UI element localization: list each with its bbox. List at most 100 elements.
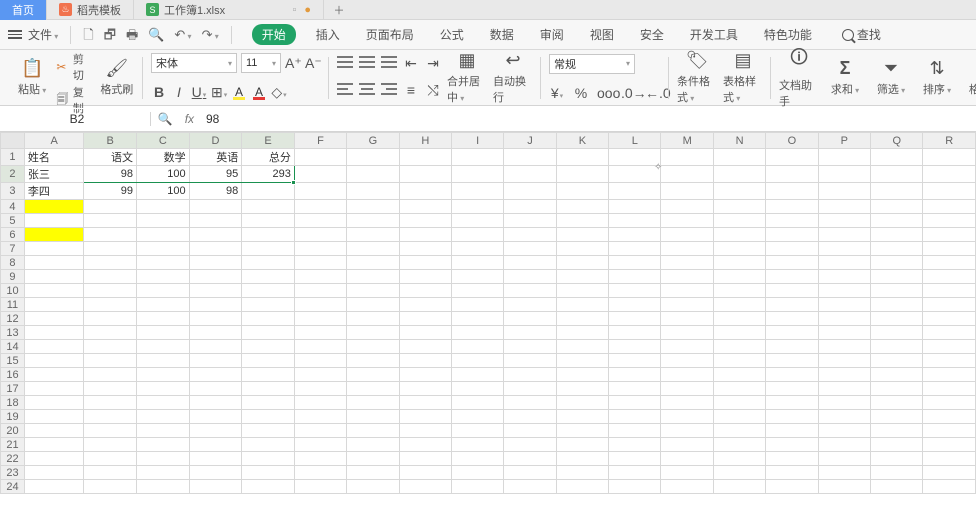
col-header-Q[interactable]: Q: [871, 133, 923, 149]
cell-R10[interactable]: [923, 284, 976, 298]
cell-G14[interactable]: [347, 340, 399, 354]
cond-format-button[interactable]: 条件格式: [677, 51, 717, 103]
cell-F2[interactable]: [294, 166, 346, 183]
cell-D5[interactable]: [189, 214, 242, 228]
cell-E16[interactable]: [242, 368, 295, 382]
cell-I9[interactable]: [452, 270, 504, 284]
cell-C6[interactable]: [137, 228, 190, 242]
cell-Q20[interactable]: [871, 424, 923, 438]
cell-I8[interactable]: [452, 256, 504, 270]
cell-N18[interactable]: [713, 396, 765, 410]
cell-H10[interactable]: [399, 284, 451, 298]
cell-O7[interactable]: [766, 242, 818, 256]
cell-Q7[interactable]: [871, 242, 923, 256]
cell-P17[interactable]: [818, 382, 870, 396]
row-header-18[interactable]: 18: [1, 396, 25, 410]
cell-K2[interactable]: [556, 166, 608, 183]
cell-A1[interactable]: 姓名: [24, 149, 84, 166]
cell-F6[interactable]: [294, 228, 346, 242]
undo-button[interactable]: ↶: [174, 28, 191, 41]
cell-J16[interactable]: [504, 368, 556, 382]
cell-J6[interactable]: [504, 228, 556, 242]
menu-insert[interactable]: 插入: [310, 22, 346, 47]
cell-M8[interactable]: [661, 256, 713, 270]
cell-E21[interactable]: [242, 438, 295, 452]
align-middle-button[interactable]: [359, 55, 375, 69]
cell-J4[interactable]: [504, 200, 556, 214]
cell-N5[interactable]: [713, 214, 765, 228]
cell-G21[interactable]: [347, 438, 399, 452]
cell-O18[interactable]: [766, 396, 818, 410]
row-header-20[interactable]: 20: [1, 424, 25, 438]
cell-A19[interactable]: [24, 410, 84, 424]
cell-O2[interactable]: [766, 166, 818, 183]
cell-R16[interactable]: [923, 368, 976, 382]
redo-button[interactable]: ↷: [202, 28, 219, 41]
cell-K19[interactable]: [556, 410, 608, 424]
filter-button[interactable]: 筛选: [871, 51, 911, 103]
cell-G2[interactable]: [347, 166, 399, 183]
cell-Q19[interactable]: [871, 410, 923, 424]
cell-D7[interactable]: [189, 242, 242, 256]
select-all-corner[interactable]: [1, 133, 25, 149]
menu-formula[interactable]: 公式: [434, 22, 470, 47]
cell-P3[interactable]: [818, 183, 870, 200]
dec-dec-button[interactable]: ←.0: [645, 85, 661, 101]
cell-G22[interactable]: [347, 452, 399, 466]
cell-Q5[interactable]: [871, 214, 923, 228]
menu-data[interactable]: 数据: [484, 22, 520, 47]
cell-F17[interactable]: [294, 382, 346, 396]
cell-R3[interactable]: [923, 183, 976, 200]
cell-C5[interactable]: [137, 214, 190, 228]
cell-Q1[interactable]: [871, 149, 923, 166]
sort-button[interactable]: 排序: [917, 51, 957, 103]
cell-R23[interactable]: [923, 466, 976, 480]
cell-P8[interactable]: [818, 256, 870, 270]
cell-R6[interactable]: [923, 228, 976, 242]
file-menu[interactable]: 文件: [28, 26, 58, 43]
cell-O21[interactable]: [766, 438, 818, 452]
cell-L15[interactable]: [609, 354, 661, 368]
cell-E14[interactable]: [242, 340, 295, 354]
col-header-D[interactable]: D: [189, 133, 242, 149]
cell-D1[interactable]: 英语: [189, 149, 242, 166]
cell-D18[interactable]: [189, 396, 242, 410]
cell-E5[interactable]: [242, 214, 295, 228]
cell-R2[interactable]: [923, 166, 976, 183]
doc-helper-button[interactable]: 文档助手: [779, 51, 819, 103]
cell-P6[interactable]: [818, 228, 870, 242]
cell-Q18[interactable]: [871, 396, 923, 410]
cell-E13[interactable]: [242, 326, 295, 340]
cell-M7[interactable]: [661, 242, 713, 256]
cell-H12[interactable]: [399, 312, 451, 326]
cell-A18[interactable]: [24, 396, 84, 410]
cell-Q3[interactable]: [871, 183, 923, 200]
cell-R14[interactable]: [923, 340, 976, 354]
col-header-A[interactable]: A: [24, 133, 84, 149]
row-header-11[interactable]: 11: [1, 298, 25, 312]
cell-H4[interactable]: [399, 200, 451, 214]
cell-Q11[interactable]: [871, 298, 923, 312]
row-header-3[interactable]: 3: [1, 183, 25, 200]
cell-D4[interactable]: [189, 200, 242, 214]
cell-F3[interactable]: [294, 183, 346, 200]
cell-H23[interactable]: [399, 466, 451, 480]
cell-P12[interactable]: [818, 312, 870, 326]
cell-N15[interactable]: [713, 354, 765, 368]
cell-N24[interactable]: [713, 480, 765, 494]
cell-L23[interactable]: [609, 466, 661, 480]
cell-F13[interactable]: [294, 326, 346, 340]
cell-Q10[interactable]: [871, 284, 923, 298]
new-tab-button[interactable]: ＋: [324, 0, 354, 20]
fx-zoom-icon[interactable]: 🔍: [158, 112, 173, 126]
col-header-F[interactable]: F: [294, 133, 346, 149]
cell-B5[interactable]: [84, 214, 137, 228]
cell-M17[interactable]: [661, 382, 713, 396]
cell-A7[interactable]: [24, 242, 84, 256]
cell-C21[interactable]: [137, 438, 190, 452]
cell-F21[interactable]: [294, 438, 346, 452]
cell-N1[interactable]: [713, 149, 765, 166]
cell-C22[interactable]: [137, 452, 190, 466]
cell-D10[interactable]: [189, 284, 242, 298]
row-header-4[interactable]: 4: [1, 200, 25, 214]
